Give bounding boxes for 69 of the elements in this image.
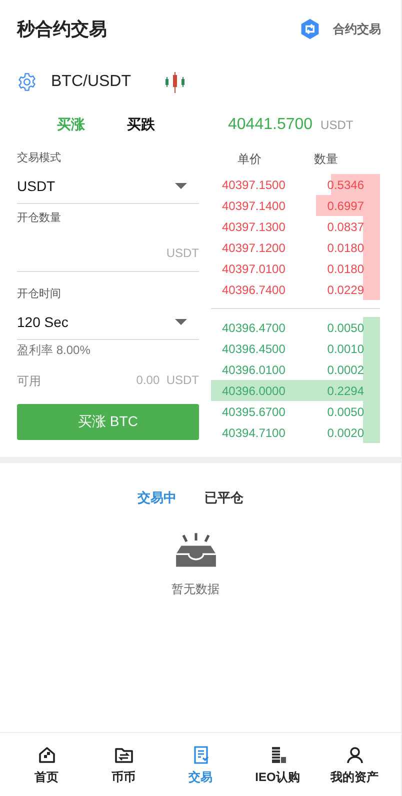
depth-bar <box>363 422 380 443</box>
available-amount: 0.00 USDT <box>136 373 199 389</box>
bid-price: 40396.4500 <box>222 342 286 356</box>
ask-price: 40396.7400 <box>222 282 286 296</box>
order-tab[interactable]: 交易中 <box>138 489 176 507</box>
ask-amount: 0.6997 <box>327 198 364 212</box>
order-row[interactable]: 40396.4500 0.0010 <box>211 338 380 359</box>
bid-price: 40395.6700 <box>222 404 286 418</box>
empty-tray-icon <box>174 533 216 569</box>
buy-up-button[interactable]: 买涨 BTC <box>17 404 199 440</box>
ask-amount: 0.0229 <box>327 282 364 296</box>
bid-amount: 0.2294 <box>327 384 364 398</box>
ask-amount: 0.0180 <box>327 240 364 254</box>
available-label: 可用 <box>17 373 41 390</box>
depth-bar <box>363 317 380 338</box>
caret-icon <box>175 183 187 189</box>
empty-message: 暂无数据 <box>172 581 220 598</box>
order-row[interactable]: 40395.6700 0.0050 <box>211 401 380 422</box>
direction-tab[interactable]: 买涨 <box>57 116 85 134</box>
highlighted-row[interactable]: 40396.0000 0.2294 <box>211 380 380 401</box>
field-label: 开仓数量 <box>17 211 62 225</box>
nav-item[interactable]: 币币 <box>92 745 156 786</box>
nav-item[interactable]: 我的资产 <box>322 745 386 786</box>
nav-item[interactable]: 交易 <box>168 745 232 786</box>
bid-price: 40396.0100 <box>222 362 286 376</box>
field-label: 开仓时间 <box>17 287 62 301</box>
bid-amount: 0.0002 <box>327 362 364 376</box>
order-row[interactable]: 40396.4700 0.0050 <box>211 317 380 338</box>
home-icon <box>36 745 56 765</box>
pair-symbol[interactable]: BTC/USDT <box>51 73 131 91</box>
ask-price: 40397.1400 <box>222 198 286 212</box>
bid-price: 40396.0000 <box>222 384 286 398</box>
candlestick-icon[interactable] <box>163 70 187 94</box>
ask-price: 40397.1200 <box>222 240 286 254</box>
bid-amount: 0.0020 <box>327 426 364 440</box>
nav-item[interactable]: 首页 <box>14 745 78 786</box>
folder-icon <box>114 745 134 765</box>
time-select[interactable]: 120 Sec <box>17 305 199 340</box>
depth-bar <box>363 279 380 300</box>
order-tab[interactable]: 已平仓 <box>204 489 244 507</box>
swap-icon[interactable] <box>299 18 321 40</box>
bid-amount: 0.0010 <box>327 342 364 356</box>
order-row[interactable]: 40394.7100 0.0020 <box>211 422 380 443</box>
ask-amount: 0.5346 <box>327 178 364 192</box>
bid-amount: 0.0050 <box>327 320 364 334</box>
order-row[interactable]: 40396.0100 0.0002 <box>211 359 380 380</box>
last-price: 40441.5700 <box>228 116 313 134</box>
field-label: 交易模式 <box>17 150 62 165</box>
caret-icon <box>175 319 187 325</box>
column-header: 数量 <box>314 150 338 168</box>
direction-tab[interactable]: 买跌 <box>127 116 155 134</box>
bid-price: 40396.4700 <box>222 320 286 334</box>
price-unit: USDT <box>320 118 354 132</box>
page-title: 秒合约交易 <box>17 18 107 41</box>
settings-icon[interactable] <box>17 72 37 92</box>
mode-select[interactable]: USDT <box>17 169 199 204</box>
bid-amount: 0.0050 <box>327 404 364 418</box>
nav-item[interactable]: IEO认购 <box>246 745 310 786</box>
ask-price: 40397.1500 <box>222 178 286 192</box>
user-icon <box>344 745 364 765</box>
ask-price: 40397.1300 <box>222 220 286 234</box>
ask-amount: 0.0837 <box>327 220 364 234</box>
ask-price: 40397.0100 <box>222 262 286 276</box>
amount-field[interactable]: USDT <box>17 235 199 272</box>
profit-rate: 盈利率 8.00% <box>17 342 92 359</box>
contract-trade-link[interactable]: 合约交易 <box>333 20 381 38</box>
ask-amount: 0.0180 <box>327 262 364 276</box>
column-header: 单价 <box>237 150 262 168</box>
bid-price: 40394.7100 <box>222 426 286 440</box>
